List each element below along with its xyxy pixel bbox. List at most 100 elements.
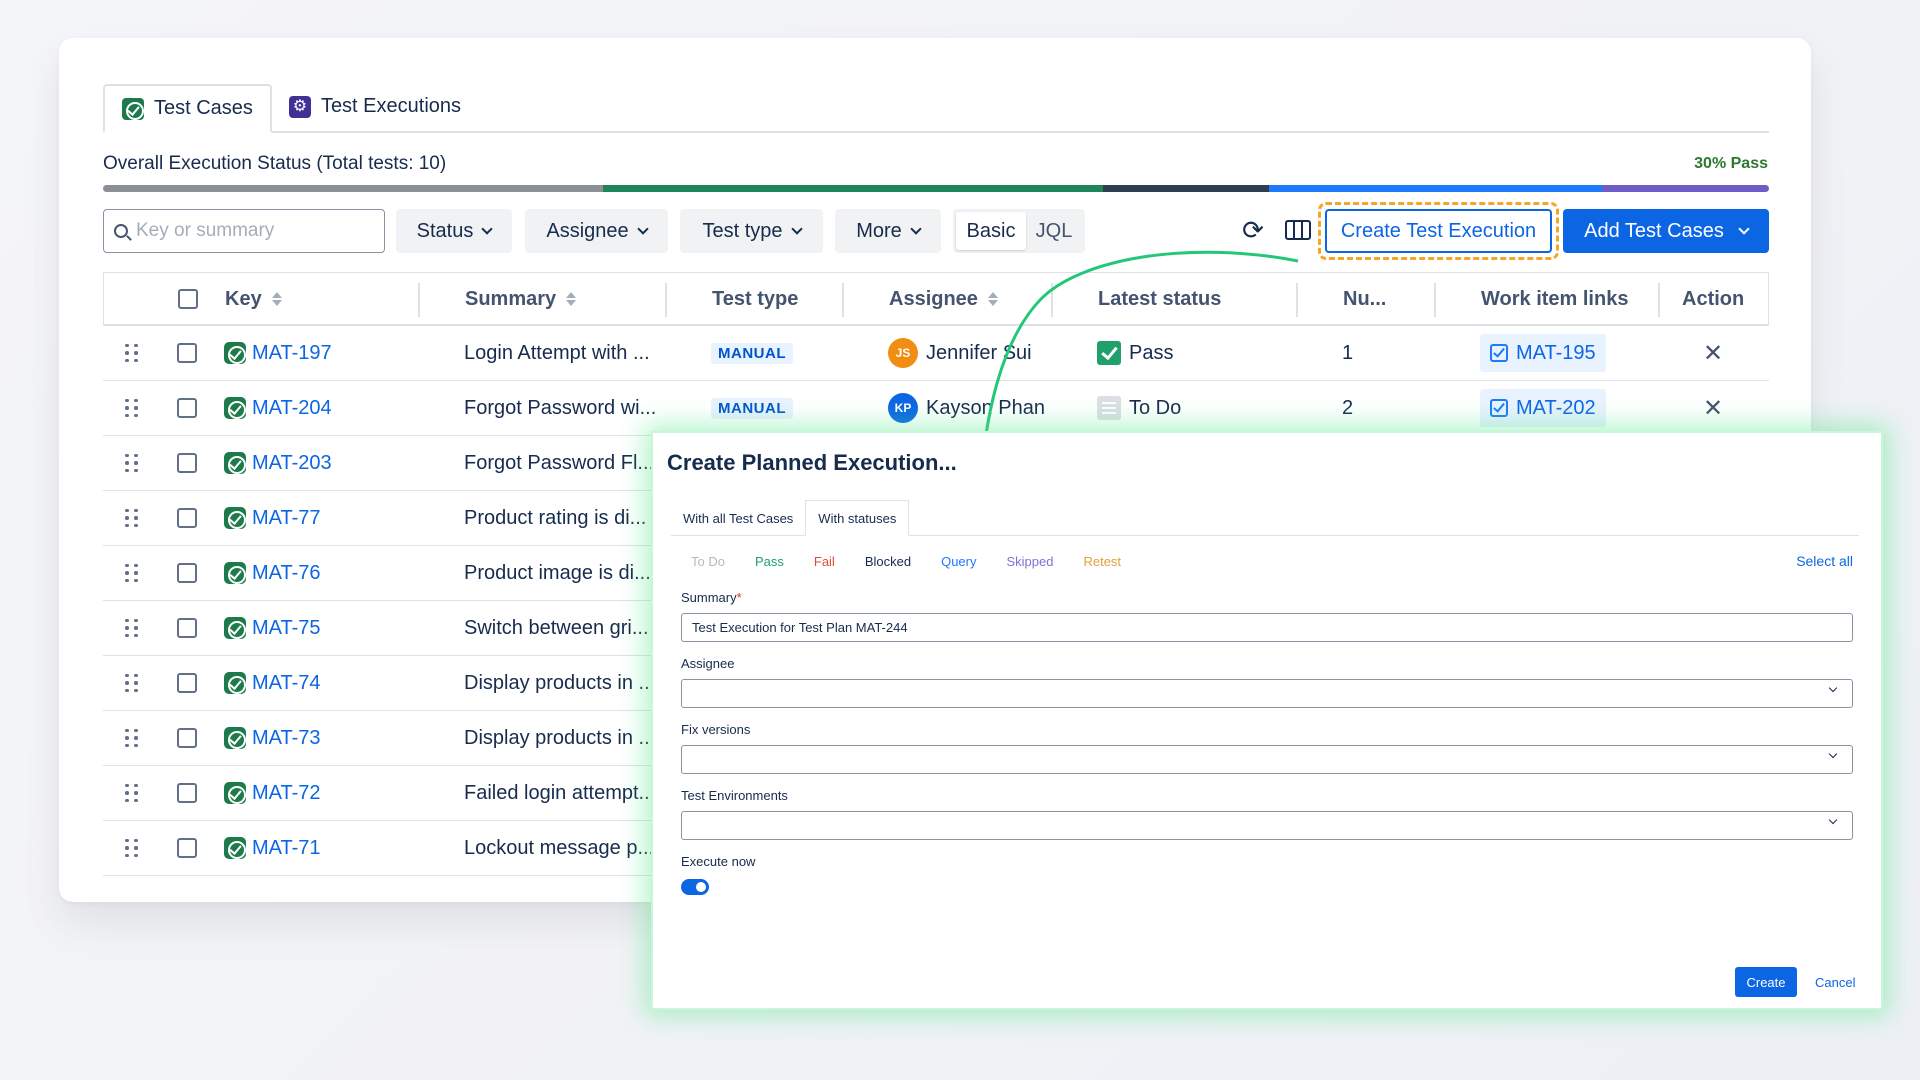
tab-with-statuses[interactable]: With statuses bbox=[805, 500, 910, 536]
row-checkbox[interactable] bbox=[177, 398, 197, 418]
issue-key-link[interactable]: MAT-73 bbox=[224, 727, 321, 750]
summary-field[interactable]: Test Execution for Test Plan MAT-244 bbox=[681, 613, 1853, 642]
column-assignee[interactable]: Assignee bbox=[889, 273, 998, 325]
issue-key: MAT-71 bbox=[252, 836, 321, 859]
drag-handle-icon[interactable] bbox=[125, 601, 138, 655]
status-chip[interactable]: Retest bbox=[1083, 554, 1121, 569]
row-checkbox[interactable] bbox=[177, 728, 197, 748]
test-case-icon bbox=[224, 397, 246, 419]
add-test-cases-button[interactable]: Add Test Cases bbox=[1563, 209, 1769, 253]
jql-mode-button[interactable]: JQL bbox=[1026, 212, 1082, 250]
issue-key-link[interactable]: MAT-74 bbox=[224, 672, 321, 695]
column-work-item-links[interactable]: Work item links bbox=[1481, 273, 1628, 325]
status-chip[interactable]: Blocked bbox=[865, 554, 911, 569]
issue-key-link[interactable]: MAT-203 bbox=[224, 452, 332, 475]
column-test-type[interactable]: Test type bbox=[712, 273, 798, 325]
table-row[interactable]: MAT-197 Login Attempt with ... MANUAL JS Jen… bbox=[103, 326, 1769, 381]
status-cell[interactable]: Pass bbox=[1097, 326, 1173, 380]
execute-now-toggle[interactable] bbox=[681, 879, 709, 895]
row-checkbox[interactable] bbox=[177, 508, 197, 528]
remove-icon[interactable]: ✕ bbox=[1703, 339, 1723, 368]
work-item-link[interactable]: MAT-195 bbox=[1480, 334, 1606, 372]
gear-icon: ⚙ bbox=[288, 95, 311, 118]
issue-key-link[interactable]: MAT-204 bbox=[224, 397, 332, 420]
issue-key-link[interactable]: MAT-71 bbox=[224, 837, 321, 860]
column-summary[interactable]: Summary bbox=[465, 273, 577, 325]
dialog-title: Create Planned Execution... bbox=[667, 450, 957, 475]
tab-with-all-test-cases[interactable]: With all Test Cases bbox=[671, 500, 805, 536]
row-checkbox[interactable] bbox=[177, 783, 197, 803]
sort-icon bbox=[987, 292, 998, 306]
row-checkbox[interactable] bbox=[177, 673, 197, 693]
work-item-key: MAT-195 bbox=[1516, 341, 1596, 364]
status-chip[interactable]: Query bbox=[941, 554, 976, 569]
column-key[interactable]: Key bbox=[225, 273, 282, 325]
drag-handle-icon[interactable] bbox=[125, 326, 138, 380]
column-latest-status[interactable]: Latest status bbox=[1098, 273, 1221, 325]
status-filter-button[interactable]: Status bbox=[396, 209, 512, 253]
drag-handle-icon[interactable] bbox=[125, 821, 138, 875]
issue-key-link[interactable]: MAT-72 bbox=[224, 782, 321, 805]
search-input[interactable] bbox=[136, 220, 366, 242]
select-all-checkbox[interactable] bbox=[178, 289, 198, 309]
avatar: KP bbox=[888, 393, 918, 423]
column-number[interactable]: Nu... bbox=[1343, 273, 1386, 325]
select-all-checkbox-cell[interactable] bbox=[178, 273, 198, 325]
execute-now-label: Execute now bbox=[681, 854, 756, 869]
row-checkbox[interactable] bbox=[177, 453, 197, 473]
progress-segment bbox=[602, 185, 1103, 192]
drag-handle-icon[interactable] bbox=[125, 656, 138, 710]
create-button[interactable]: Create bbox=[1735, 967, 1797, 997]
drag-handle-icon[interactable] bbox=[125, 436, 138, 490]
row-checkbox[interactable] bbox=[177, 563, 197, 583]
status-chip[interactable]: Pass bbox=[755, 554, 784, 569]
status-chip[interactable]: Fail bbox=[814, 554, 835, 569]
refresh-icon[interactable]: ⟳ bbox=[1236, 213, 1270, 247]
remove-icon[interactable]: ✕ bbox=[1703, 394, 1723, 423]
chevron-down-icon bbox=[1828, 815, 1838, 825]
row-checkbox[interactable] bbox=[177, 618, 197, 638]
create-test-execution-button[interactable]: Create Test Execution bbox=[1325, 209, 1552, 253]
drag-handle-icon[interactable] bbox=[125, 491, 138, 545]
tab-test-cases[interactable]: Test Cases bbox=[103, 84, 272, 133]
chevron-down-icon bbox=[636, 222, 649, 235]
status-chip[interactable]: Skipped bbox=[1006, 554, 1053, 569]
overall-status-text: Overall Execution Status (Total tests: 1… bbox=[103, 153, 447, 174]
basic-mode-button[interactable]: Basic bbox=[956, 212, 1026, 250]
summary-cell: Failed login attempt... bbox=[464, 781, 656, 804]
test-type-filter-button[interactable]: Test type bbox=[680, 209, 823, 253]
drag-handle-icon[interactable] bbox=[125, 711, 138, 765]
execution-progress-bar bbox=[103, 185, 1769, 192]
create-planned-execution-dialog: Create Planned Execution... With all Tes… bbox=[653, 433, 1881, 1008]
test-type-badge: MANUAL bbox=[711, 397, 793, 419]
work-item-link[interactable]: MAT-202 bbox=[1480, 389, 1606, 427]
status-cell[interactable]: To Do bbox=[1097, 381, 1181, 435]
drag-handle-icon[interactable] bbox=[125, 546, 138, 600]
test-case-icon bbox=[224, 507, 246, 529]
status-chip[interactable]: To Do bbox=[691, 554, 725, 569]
cancel-button[interactable]: Cancel bbox=[1815, 967, 1855, 997]
search-field[interactable] bbox=[103, 209, 385, 253]
assignee-filter-button[interactable]: Assignee bbox=[525, 209, 668, 253]
row-checkbox[interactable] bbox=[177, 838, 197, 858]
issue-key-link[interactable]: MAT-76 bbox=[224, 562, 321, 585]
issue-key: MAT-77 bbox=[252, 506, 321, 529]
test-environments-select[interactable] bbox=[681, 811, 1853, 840]
summary-cell: Forgot Password wi... bbox=[464, 396, 657, 419]
issue-key-link[interactable]: MAT-75 bbox=[224, 617, 321, 640]
select-all-link[interactable]: Select all bbox=[1796, 553, 1853, 569]
test-case-icon bbox=[224, 617, 246, 639]
issue-key-link[interactable]: MAT-77 bbox=[224, 507, 321, 530]
summary-label: Summary* bbox=[681, 590, 742, 605]
tab-test-executions[interactable]: ⚙ Test Executions bbox=[272, 82, 478, 131]
issue-key-link[interactable]: MAT-197 bbox=[224, 342, 332, 365]
drag-handle-icon[interactable] bbox=[125, 766, 138, 820]
fix-versions-select[interactable] bbox=[681, 745, 1853, 774]
table-row[interactable]: MAT-204 Forgot Password wi... MANUAL KP Kays… bbox=[103, 381, 1769, 436]
row-checkbox[interactable] bbox=[177, 343, 197, 363]
assignee-select[interactable] bbox=[681, 679, 1853, 708]
drag-handle-icon[interactable] bbox=[125, 381, 138, 435]
columns-button[interactable] bbox=[1281, 213, 1315, 247]
more-filter-button[interactable]: More bbox=[835, 209, 941, 253]
chevron-down-icon bbox=[910, 222, 922, 235]
